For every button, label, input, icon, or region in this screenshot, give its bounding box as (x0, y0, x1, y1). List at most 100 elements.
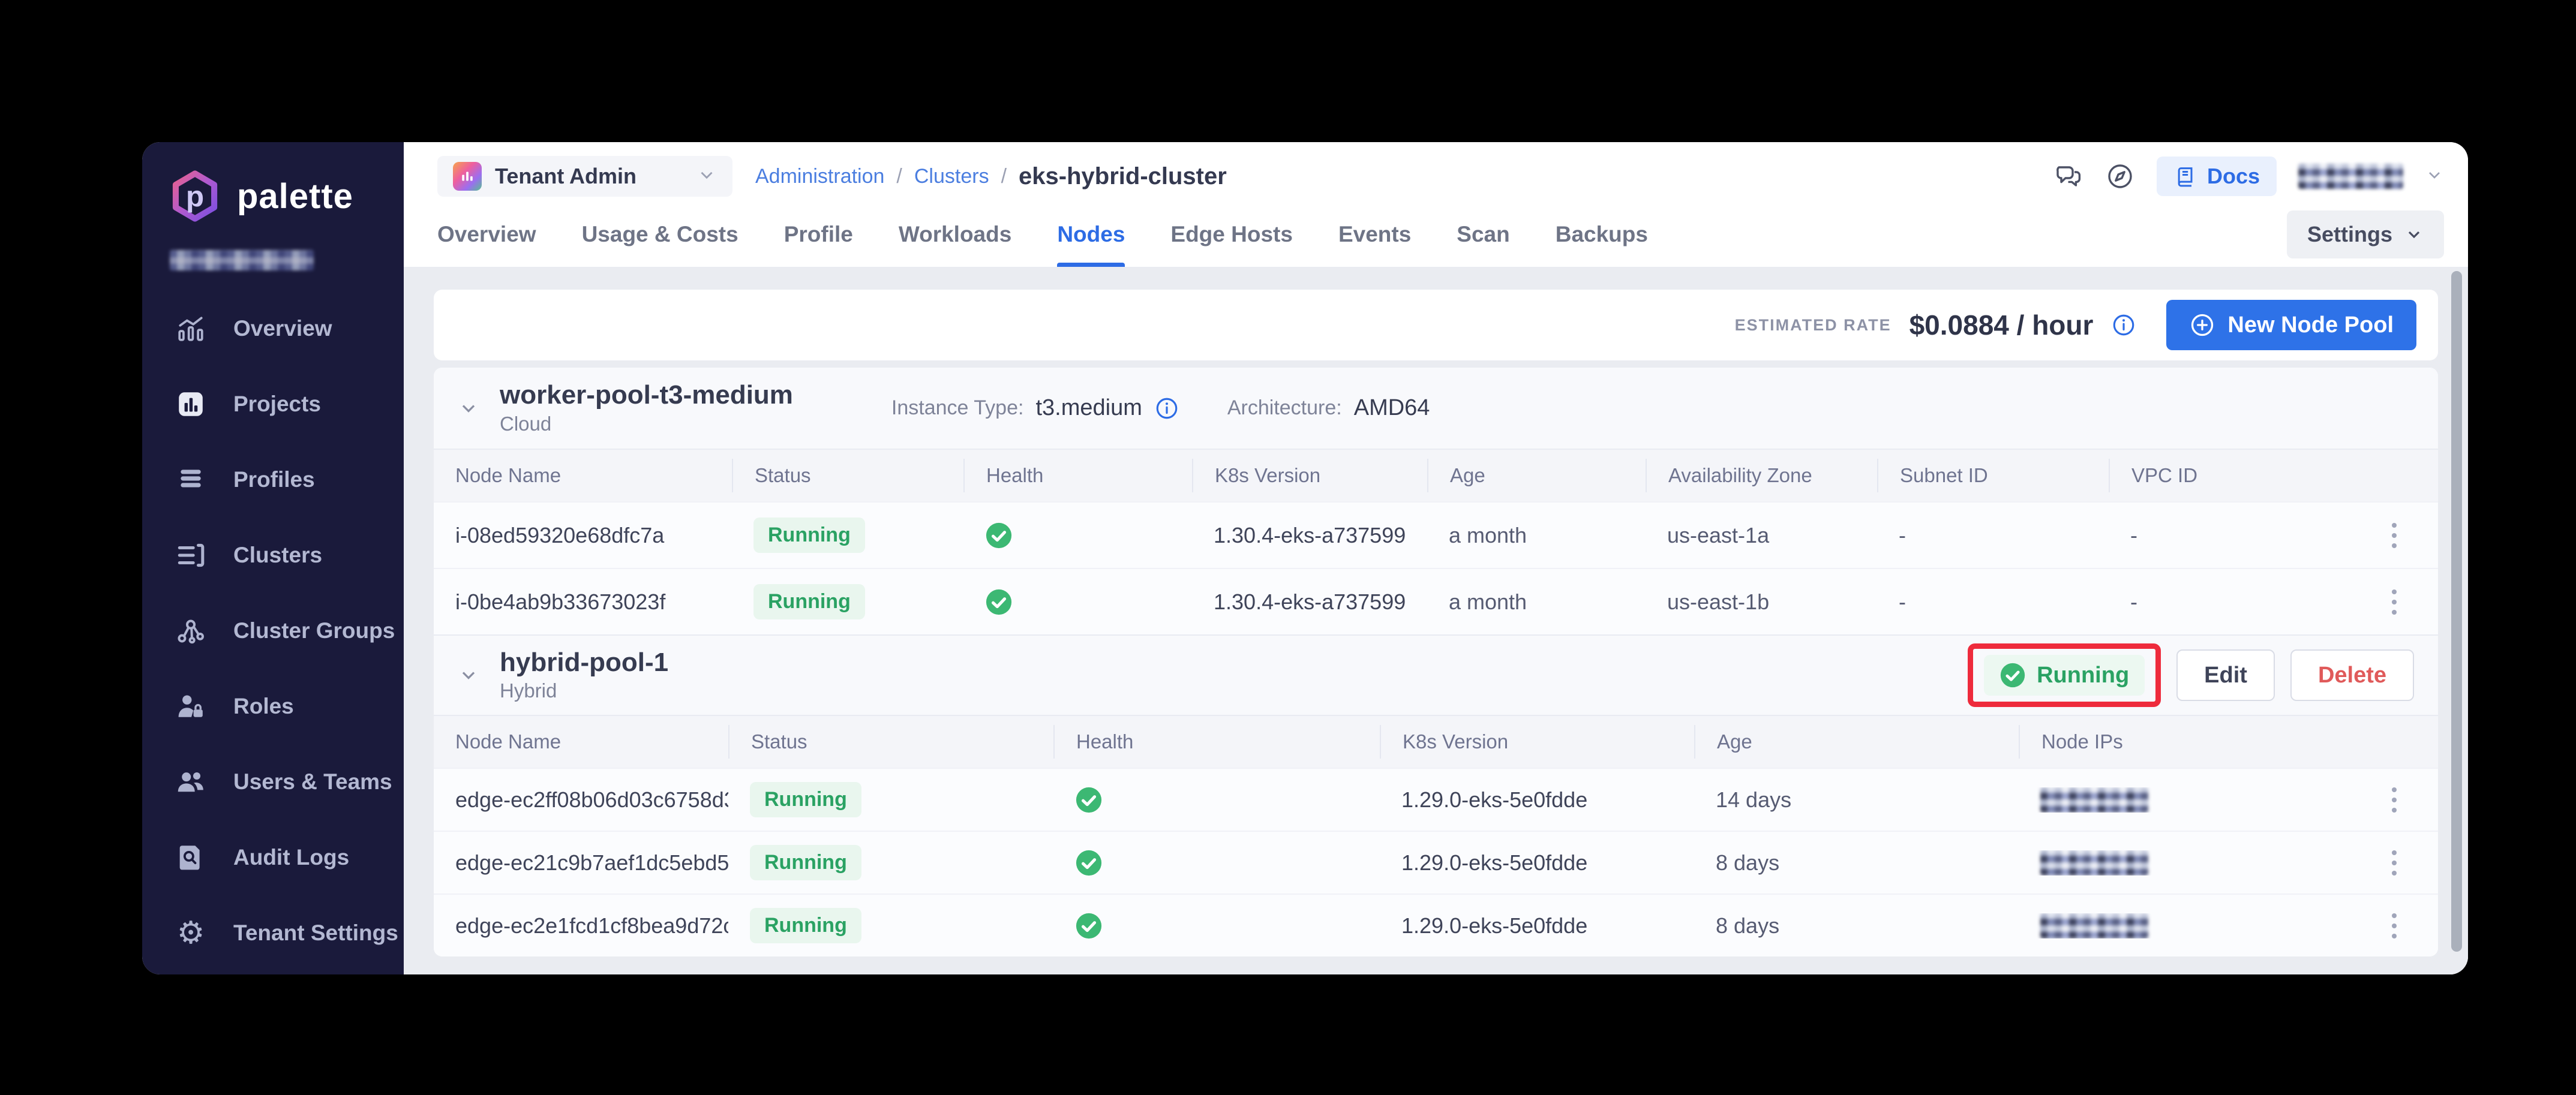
health-ok-icon (985, 522, 1013, 549)
row-actions-kebab[interactable] (2350, 523, 2438, 548)
gear-icon: ⚙ (175, 917, 207, 949)
pool-name: hybrid-pool-1 (500, 648, 668, 677)
node-ips-redacted (2040, 850, 2148, 876)
table-row: i-0be4ab9b33673023f Running 1.30.4-eks-a… (434, 568, 2438, 634)
sidebar-item-cluster-groups[interactable]: Cluster Groups (142, 593, 404, 669)
new-node-pool-button[interactable]: New Node Pool (2166, 300, 2416, 350)
kebab-icon (2392, 589, 2397, 615)
settings-label: Settings (2307, 222, 2392, 247)
edit-pool-button[interactable]: Edit (2176, 649, 2275, 701)
tab-edge-hosts[interactable]: Edge Hosts (1170, 202, 1293, 267)
sidebar-item-audit-logs[interactable]: Audit Logs (142, 820, 404, 895)
pool-kind: Hybrid (500, 679, 668, 702)
tab-usage-costs[interactable]: Usage & Costs (582, 202, 738, 267)
tab-scan[interactable]: Scan (1457, 202, 1509, 267)
status-cell: Running (728, 782, 1053, 817)
table-row: i-08ed59320e68dfc7a Running 1.30.4-eks-a… (434, 501, 2438, 568)
svg-text:p: p (186, 180, 204, 213)
breadcrumb-clusters[interactable]: Clusters (914, 165, 989, 188)
app-window: p palette Overview (142, 142, 2468, 974)
main-area: Tenant Admin Administration / Clusters /… (404, 142, 2468, 974)
table-row: edge-ec2ff08b06d03c6758d3… Running 1.29.… (434, 768, 2438, 831)
sidebar-item-users-teams[interactable]: Users & Teams (142, 744, 404, 820)
column-header: Health (1053, 725, 1380, 759)
health-ok-icon (985, 588, 1013, 616)
pool-meta: Instance Type: t3.medium Architecture: A… (891, 395, 1430, 421)
subnet-id-cell: - (1877, 523, 2109, 548)
sidebar-item-clusters[interactable]: Clusters (142, 518, 404, 593)
k8s-version-cell: 1.30.4-eks-a737599 (1192, 523, 1427, 548)
status-cell: Running (732, 584, 963, 619)
tab-events[interactable]: Events (1338, 202, 1411, 267)
collapse-chevron-icon[interactable] (458, 664, 479, 686)
table-row: edge-ec2e1fcd1cf8bea9d72ca… Running 1.29… (434, 894, 2438, 956)
node-ips-cell (2019, 850, 2350, 876)
delete-pool-button[interactable]: Delete (2290, 649, 2414, 701)
scope-selector[interactable]: Tenant Admin (437, 156, 732, 197)
pool-status-badge: Running (1984, 655, 2145, 696)
pool-title-block: worker-pool-t3-medium Cloud (500, 381, 793, 435)
sidebar: p palette Overview (142, 142, 404, 974)
scope-label: Tenant Admin (495, 164, 637, 189)
k8s-version-cell: 1.29.0-eks-5e0fdde (1380, 850, 1694, 876)
tab-backups[interactable]: Backups (1556, 202, 1648, 267)
sidebar-item-roles[interactable]: Roles (142, 669, 404, 744)
network-nodes-icon (175, 615, 207, 647)
status-cell: Running (728, 908, 1053, 943)
instance-type-info-icon[interactable] (1154, 396, 1179, 421)
compass-help-icon[interactable] (2105, 161, 2135, 191)
node-ips-cell (2019, 787, 2350, 813)
settings-button[interactable]: Settings (2287, 210, 2444, 258)
estimated-rate-value: $0.0884 / hour (1910, 309, 2094, 341)
kebab-icon (2392, 523, 2397, 548)
sidebar-item-tenant-settings[interactable]: ⚙ Tenant Settings (142, 895, 404, 971)
breadcrumb-separator: / (896, 165, 902, 188)
docs-button[interactable]: Docs (2157, 157, 2277, 196)
collapse-chevron-icon[interactable] (458, 398, 479, 419)
tab-workloads[interactable]: Workloads (899, 202, 1011, 267)
status-cell: Running (732, 518, 963, 553)
layers-stack-icon (175, 464, 207, 496)
tab-overview[interactable]: Overview (437, 202, 536, 267)
column-header: K8s Version (1380, 725, 1694, 759)
row-actions-kebab[interactable] (2350, 787, 2438, 813)
breadcrumb-separator: / (1001, 165, 1007, 188)
instance-type-label: Instance Type: (891, 396, 1024, 420)
column-header: Node IPs (2019, 725, 2350, 759)
pool-title-block: hybrid-pool-1 Hybrid (500, 648, 668, 702)
tab-nodes[interactable]: Nodes (1057, 202, 1125, 267)
row-actions-kebab[interactable] (2350, 913, 2438, 938)
k8s-version-cell: 1.30.4-eks-a737599 (1192, 589, 1427, 615)
column-header: Subnet ID (1877, 459, 2109, 492)
pool-kind: Cloud (500, 413, 793, 435)
row-actions-kebab[interactable] (2350, 850, 2438, 876)
sidebar-item-profiles[interactable]: Profiles (142, 442, 404, 518)
pool-actions: Running Edit Delete (1968, 643, 2414, 707)
projects-icon (175, 388, 207, 420)
rate-toolbar: ESTIMATED RATE $0.0884 / hour New Node P… (434, 290, 2438, 360)
status-badge: Running (753, 584, 865, 619)
tenant-name-redacted (170, 250, 314, 270)
tab-profile[interactable]: Profile (784, 202, 853, 267)
sidebar-item-label: Tenant Settings (233, 920, 398, 946)
pool-status-label: Running (2037, 663, 2129, 688)
node-name-cell: i-08ed59320e68dfc7a (434, 523, 732, 548)
status-badge: Running (750, 782, 861, 817)
hybrid-pool-table-header: Node Name Status Health K8s Version Age … (434, 715, 2438, 768)
row-actions-kebab[interactable] (2350, 589, 2438, 615)
screenshot-root: p palette Overview (0, 0, 2576, 1095)
feedback-chat-icon[interactable] (2053, 161, 2083, 191)
vpc-id-cell: - (2109, 523, 2350, 548)
user-name-redacted (2298, 164, 2403, 189)
pool-header-hybrid-pool: hybrid-pool-1 Hybrid Running Edit (434, 634, 2438, 715)
breadcrumb-administration[interactable]: Administration (755, 165, 884, 188)
rate-info-icon[interactable] (2111, 312, 2136, 338)
k8s-version-cell: 1.29.0-eks-5e0fdde (1380, 787, 1694, 813)
sidebar-nav: Overview Projects (142, 291, 404, 971)
user-menu-chevron-icon[interactable] (2425, 166, 2444, 188)
sidebar-item-overview[interactable]: Overview (142, 291, 404, 366)
vertical-scrollbar[interactable] (2451, 271, 2462, 952)
status-badge: Running (750, 908, 861, 943)
sidebar-item-projects[interactable]: Projects (142, 366, 404, 442)
nodes-page-body: ESTIMATED RATE $0.0884 / hour New Node P… (404, 268, 2468, 974)
